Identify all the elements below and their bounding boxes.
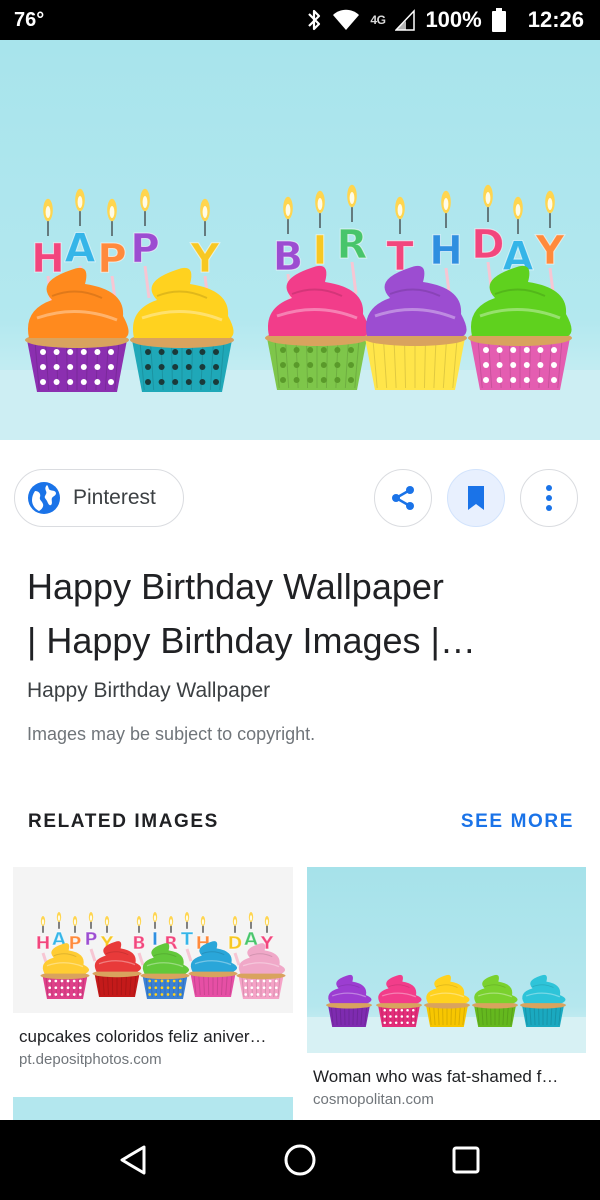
source-chip[interactable]: Pinterest [14,469,184,527]
cupcake [520,974,566,1027]
back-icon [120,1145,146,1175]
candle-letter: Y [534,190,566,301]
wifi-icon [333,9,360,30]
cupcake [326,974,372,1027]
title-line-2: | Happy Birthday Images |… [27,620,476,661]
see-more-button[interactable]: SEE MORE [461,811,574,833]
svg-text:D: D [471,222,504,268]
cupcake [376,974,422,1027]
title-line-1: Happy Birthday Wallpaper [27,566,444,607]
candle-letter: P [84,912,98,962]
candle-letter: H [429,190,463,301]
navigation-bar [0,1120,600,1200]
cupcake-yellow [130,267,234,392]
svg-text:B: B [132,933,146,954]
related-source-1: pt.depositphotos.com [19,1051,162,1068]
svg-text:H: H [35,933,50,954]
source-name: Pinterest [73,486,156,509]
cupcake [236,943,286,999]
related-caption-2: Woman who was fat-shamed f… [313,1067,559,1086]
svg-text:D: D [228,933,243,954]
svg-text:P: P [84,929,97,950]
related-images-heading: RELATED IMAGES [28,811,219,832]
candle-letter: R [336,184,368,295]
battery-icon [491,8,506,32]
hero-image[interactable]: HAPPYBIRTHDAY [0,40,600,440]
globe-icon [28,482,60,514]
candle-letter: T [180,912,194,962]
network-type: 4G [370,13,386,27]
home-icon [284,1144,316,1176]
related-card-1[interactable]: HAPPYBIRTHDAY cupcakes coloridos feliz a… [13,867,293,1077]
cupcake [472,974,518,1027]
svg-text:R: R [337,222,368,268]
recents-icon [452,1146,480,1174]
temperature: 76° [14,9,45,31]
cupcake-purple [363,265,467,390]
svg-text:P: P [130,226,159,272]
svg-text:H: H [429,228,462,274]
cupcake-green [468,265,572,390]
related-card-3[interactable] [13,1097,293,1120]
status-bar: 76° 4G 100% 12:26 [0,0,600,40]
related-thumbnail-3 [13,1097,293,1120]
related-card-2[interactable]: Woman who was fat-shamed f… cosmopolitan… [307,867,586,1120]
svg-text:Y: Y [535,228,566,274]
share-icon [392,486,414,510]
svg-text:P: P [97,236,126,282]
svg-text:A: A [65,226,96,272]
home-button[interactable] [270,1140,330,1180]
bookmark-icon [468,486,484,510]
svg-text:T: T [181,929,194,950]
related-source-2: cosmopolitan.com [313,1091,434,1108]
share-button[interactable] [374,469,432,527]
battery-percent: 100% [425,7,482,32]
save-button[interactable] [447,469,505,527]
recents-button[interactable] [436,1140,496,1180]
bluetooth-icon [308,9,321,31]
related-thumbnail-2 [307,867,586,1053]
clock: 12:26 [527,7,584,32]
more-vert-icon [546,485,552,511]
more-options-button[interactable] [520,469,578,527]
cupcake [140,943,190,999]
related-thumbnail-1: HAPPYBIRTHDAY [13,867,293,1013]
related-caption-1: cupcakes coloridos feliz aniver… [19,1027,267,1046]
result-subtitle: Happy Birthday Wallpaper [27,679,271,702]
svg-text:Y: Y [190,236,221,282]
back-button[interactable] [103,1140,163,1180]
copyright-notice: Images may be subject to copyright. [27,724,316,744]
cupcake [424,974,470,1027]
result-title[interactable]: Happy Birthday Wallpaper | Happy Birthda… [27,560,567,668]
signal-icon [395,9,416,31]
candle-letter: H [35,916,51,966]
